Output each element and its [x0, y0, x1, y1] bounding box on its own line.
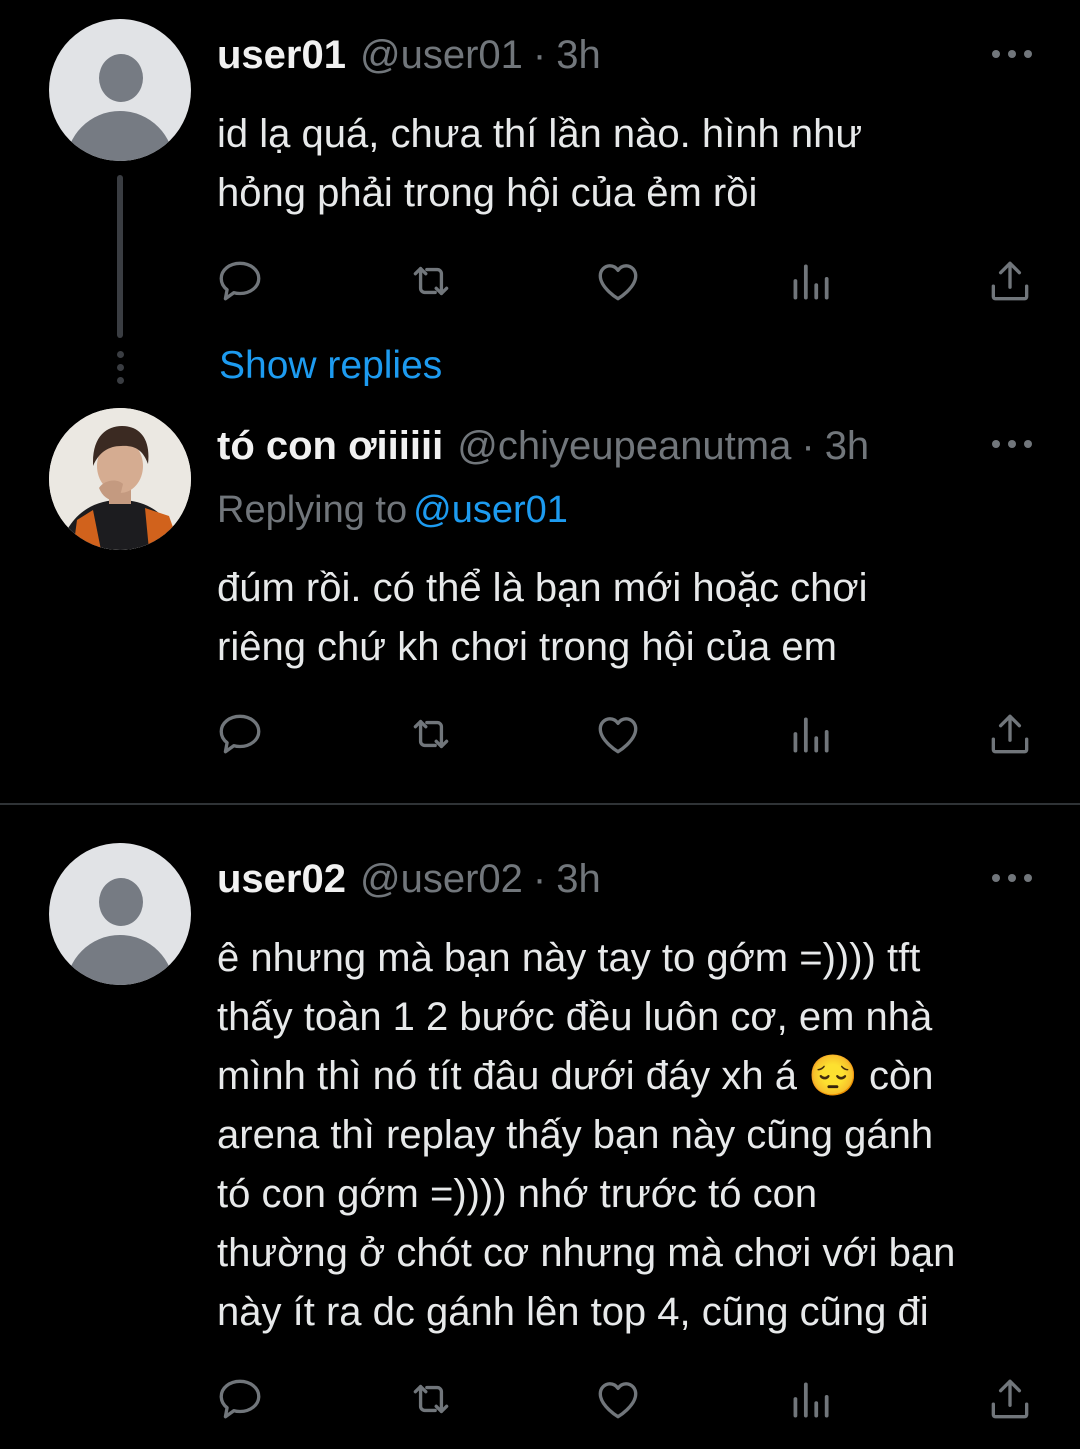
share-button[interactable]	[982, 1371, 1038, 1427]
like-button[interactable]	[590, 253, 646, 309]
tweet-text: ê nhưng mà bạn này tay to gớm =)))) tft …	[217, 936, 956, 1334]
tweet-text: id lạ quá, chưa thí lần nào. hình như hỏ…	[217, 112, 863, 215]
avatar-icon	[99, 878, 143, 926]
more-icon[interactable]	[992, 438, 1032, 450]
timestamp[interactable]: 3h	[556, 33, 601, 78]
thread-dot	[117, 377, 124, 384]
avatar[interactable]	[49, 843, 191, 985]
timestamp[interactable]: 3h	[825, 424, 870, 469]
user-handle[interactable]: @user02	[360, 857, 523, 902]
reply-button[interactable]	[212, 253, 268, 309]
retweet-button[interactable]	[403, 253, 459, 309]
like-icon	[598, 717, 638, 754]
user-handle[interactable]: @chiyeupeanutma	[457, 424, 791, 469]
like-button[interactable]	[590, 706, 646, 762]
display-name[interactable]: user02	[217, 857, 346, 902]
analytics-icon	[793, 717, 829, 753]
analytics-button[interactable]	[782, 706, 838, 762]
reply-icon	[219, 714, 261, 754]
separator: ·	[801, 424, 815, 468]
more-icon[interactable]	[992, 872, 1032, 884]
tweet-header: user01 @user01 · 3h	[217, 33, 601, 78]
analytics-icon	[793, 264, 829, 300]
display-name[interactable]: tó con ơiiiiii	[217, 424, 443, 469]
analytics-button[interactable]	[782, 253, 838, 309]
avatar-icon	[99, 54, 143, 102]
retweet-icon	[413, 266, 449, 296]
retweet-button[interactable]	[403, 1371, 459, 1427]
tweet-header: user02 @user02 · 3h	[217, 857, 601, 902]
separator: ·	[532, 857, 547, 901]
reply-button[interactable]	[212, 1371, 268, 1427]
avatar[interactable]	[49, 19, 191, 161]
show-replies-link[interactable]: Show replies	[219, 344, 442, 388]
display-name[interactable]: user01	[217, 33, 346, 78]
tweet-actions	[212, 706, 1038, 762]
replying-label: Replying to	[217, 489, 408, 531]
tweet-actions	[212, 253, 1038, 309]
retweet-button[interactable]	[403, 706, 459, 762]
timestamp[interactable]: 3h	[556, 857, 601, 902]
replying-to: Replying to @user01	[217, 489, 568, 532]
separator: ·	[532, 33, 547, 77]
share-icon	[991, 1379, 1029, 1419]
more-icon[interactable]	[992, 48, 1032, 60]
replying-mention[interactable]: @user01	[413, 489, 568, 531]
tweet-actions	[212, 1371, 1038, 1427]
like-icon	[598, 1382, 638, 1419]
share-icon	[991, 261, 1029, 301]
tweet-text: đúm rồi. có thể là bạn mới hoặc chơi riê…	[217, 566, 868, 669]
reply-icon	[219, 261, 261, 301]
like-icon	[598, 264, 638, 301]
share-button[interactable]	[982, 253, 1038, 309]
divider	[0, 803, 1080, 805]
retweet-icon	[413, 719, 449, 749]
user-handle[interactable]: @user01	[360, 33, 523, 78]
reply-button[interactable]	[212, 706, 268, 762]
reply-icon	[219, 1379, 261, 1419]
thread-dot	[117, 364, 124, 371]
avatar[interactable]	[49, 408, 191, 550]
thread-line	[117, 175, 123, 338]
analytics-button[interactable]	[782, 1371, 838, 1427]
share-icon	[991, 714, 1029, 754]
tweet-header: tó con ơiiiiii @chiyeupeanutma · 3h	[217, 424, 869, 469]
analytics-icon	[793, 1382, 829, 1418]
share-button[interactable]	[982, 706, 1038, 762]
thread-dot	[117, 351, 124, 358]
avatar-photo	[49, 408, 191, 550]
like-button[interactable]	[590, 1371, 646, 1427]
retweet-icon	[413, 1384, 449, 1414]
